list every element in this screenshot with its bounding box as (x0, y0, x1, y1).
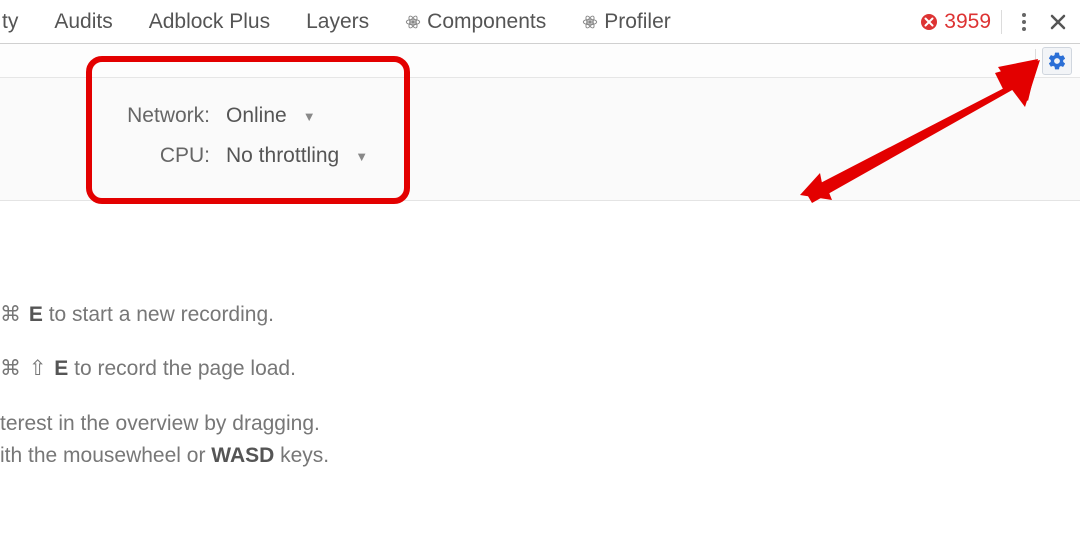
instruction-line-1: ⌘ E to start a new recording. (0, 301, 1080, 329)
tab-label: Adblock Plus (149, 10, 270, 34)
devtools-tabstrip: ty Audits Adblock Plus Layers Components (0, 0, 1080, 44)
react-atom-icon (405, 14, 421, 30)
tab-adblock-plus[interactable]: Adblock Plus (131, 0, 288, 44)
kbd: ⌘ (0, 303, 29, 326)
more-menu-button[interactable] (1012, 10, 1036, 34)
instruction-line-2: ⌘ ⇧ E to record the page load. (0, 355, 1080, 383)
error-icon (920, 13, 938, 31)
tab-ty[interactable]: ty (0, 0, 36, 44)
capture-settings-button[interactable] (1042, 47, 1072, 75)
kbd-key: E (29, 303, 43, 326)
chevron-down-icon: ▼ (355, 149, 368, 164)
kbd: ⌘ ⇧ (0, 357, 54, 380)
tab-label: Layers (306, 10, 369, 34)
separator (1035, 49, 1036, 73)
tab-audits[interactable]: Audits (36, 0, 130, 44)
cpu-throttle-row: CPU: No throttling ▼ (120, 136, 1080, 176)
chevron-down-icon: ▼ (303, 109, 316, 124)
tab-label: Components (427, 10, 546, 34)
tab-list: ty Audits Adblock Plus Layers Components (0, 0, 920, 44)
cpu-label: CPU: (120, 144, 210, 168)
kbd-key: WASD (211, 444, 274, 467)
tab-label: Audits (54, 10, 112, 34)
cpu-value: No throttling (226, 144, 339, 168)
react-atom-icon (582, 14, 598, 30)
toolbar-row (0, 44, 1080, 78)
error-counter[interactable]: 3959 (920, 10, 991, 34)
text: keys. (274, 444, 329, 467)
network-label: Network: (120, 104, 210, 128)
network-select[interactable]: Online ▼ (226, 104, 316, 128)
tab-label: Profiler (604, 10, 671, 34)
tab-profiler[interactable]: Profiler (564, 0, 689, 44)
capture-settings-panel: Network: Online ▼ CPU: No throttling ▼ (0, 78, 1080, 201)
tab-layers[interactable]: Layers (288, 0, 387, 44)
error-count: 3959 (944, 10, 991, 34)
text: to start a new recording. (43, 303, 274, 326)
kbd-key: E (54, 357, 68, 380)
instructions: ⌘ E to start a new recording. ⌘ ⇧ E to r… (0, 201, 1080, 470)
cpu-select[interactable]: No throttling ▼ (226, 144, 368, 168)
gear-icon (1047, 51, 1067, 71)
tab-components[interactable]: Components (387, 0, 564, 44)
close-devtools-button[interactable] (1046, 10, 1070, 34)
network-throttle-row: Network: Online ▼ (120, 96, 1080, 136)
instruction-line-3: terest in the overview by dragging. (0, 410, 1080, 438)
separator (1001, 10, 1002, 34)
tabstrip-right-controls: 3959 (920, 10, 1076, 34)
tab-label: ty (2, 10, 18, 34)
instruction-line-4: ith the mousewheel or WASD keys. (0, 442, 1080, 470)
text: to record the page load. (68, 357, 296, 380)
network-value: Online (226, 104, 287, 128)
text: ith the mousewheel or (0, 444, 211, 467)
